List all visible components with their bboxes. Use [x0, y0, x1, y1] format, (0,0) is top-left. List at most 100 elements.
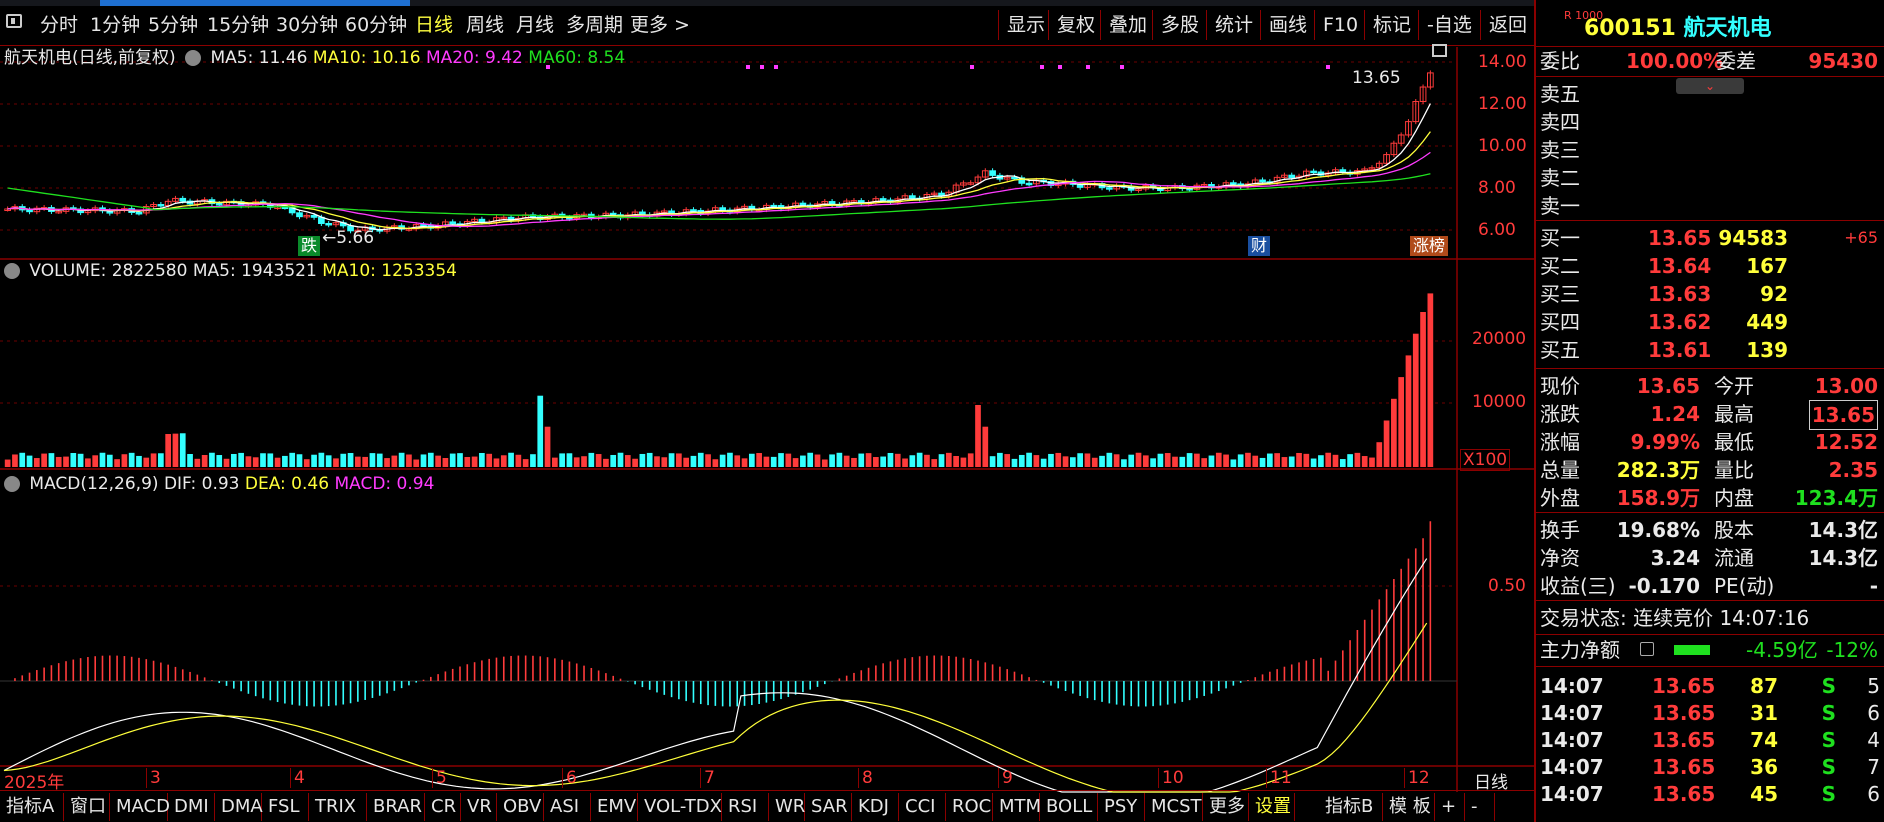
indicator-tab-1[interactable]: 窗口	[64, 793, 110, 821]
toolbar-button-8[interactable]: -自选	[1418, 10, 1472, 40]
rank-tag[interactable]: 涨榜	[1410, 236, 1449, 256]
indicator-tab-27[interactable]: 模 板	[1383, 793, 1435, 821]
indicator-tab-17[interactable]: KDJ	[852, 793, 899, 821]
period-tab-10[interactable]: 更多 >	[630, 10, 690, 40]
price-tick-1: 12.00	[1478, 94, 1527, 114]
period-tab-2[interactable]: 5分钟	[148, 10, 198, 40]
main-chart-legend: 航天机电(日线,前复权) MA5: 11.46 MA10: 10.16 MA20…	[4, 43, 625, 68]
indicator-tab-16[interactable]: SAR	[805, 793, 852, 821]
sell-level-2[interactable]: 卖三	[1540, 136, 1884, 164]
buy-level-4[interactable]: 买五 13.61 139	[1536, 336, 1884, 364]
tick-row-2: 14:07 13.65 74 S 4	[1540, 728, 1880, 752]
indicator-tab-0[interactable]: 指标A	[0, 793, 64, 821]
ma20-label: MA20: 9.42	[425, 48, 523, 68]
price-tick-4: 6.00	[1478, 220, 1516, 240]
indicator-tab-13[interactable]: VOL-TDX	[638, 793, 722, 821]
indicator-tab-7[interactable]: BRAR	[367, 793, 425, 821]
x-axis-month-2: 5	[432, 768, 447, 788]
sell-level-4[interactable]: 卖一	[1540, 192, 1884, 220]
indicator-tab-21[interactable]: BOLL	[1040, 793, 1098, 821]
period-toolbar: 分时 1分钟 5分钟 15分钟 30分钟 60分钟 日线 周线 月线 多周期 更多 > 显示 复权 叠加…	[0, 0, 1534, 46]
indicator-tab-4[interactable]: DMA	[215, 793, 263, 821]
toolbar-button-1[interactable]: 复权	[1048, 10, 1095, 40]
macd-title: MACD(12,26,9)	[29, 474, 159, 494]
stat2-row-1: 净资 3.24 流通 14.3亿	[1540, 546, 1878, 570]
indicator-tab-18[interactable]: CCI	[899, 793, 946, 821]
period-tab-9[interactable]: 多周期	[566, 10, 623, 40]
sell-level-0[interactable]: 卖五	[1540, 80, 1884, 108]
indicator-tab-29[interactable]: -	[1465, 793, 1495, 821]
macd-tick: 0.50	[1488, 576, 1526, 596]
indicator-tab-19[interactable]: ROC	[946, 793, 993, 821]
period-tab-0[interactable]: 分时	[40, 10, 78, 40]
volume-tick-2: 10000	[1472, 392, 1527, 412]
period-tab-3[interactable]: 15分钟	[207, 10, 269, 40]
indicator-tab-28[interactable]: +	[1435, 793, 1465, 821]
fall-limit-tag[interactable]: 跌	[298, 236, 321, 256]
indicator-tab-26[interactable]: 指标B	[1319, 793, 1383, 821]
indicator-tab-10[interactable]: OBV	[497, 793, 544, 821]
indicator-tab-25[interactable]: 设置	[1249, 793, 1295, 821]
indicator-tab-9[interactable]: VR	[461, 793, 497, 821]
toolbar-button-2[interactable]: 叠加	[1100, 10, 1147, 40]
indicator-tab-12[interactable]: EMV	[591, 793, 638, 821]
tick-row-1: 14:07 13.65 31 S 6	[1540, 701, 1880, 725]
indicator-tab-5[interactable]: FSL	[262, 793, 309, 821]
indicator-tab-22[interactable]: PSY	[1098, 793, 1145, 821]
period-tab-8[interactable]: 月线	[516, 10, 554, 40]
period-tab-6[interactable]: 日线	[415, 10, 453, 40]
wei-bi-row: 委比 100.00% 委差 95430	[1540, 49, 1878, 73]
ma60-label: MA60: 8.54	[528, 48, 626, 68]
main-flow-row: 主力净额 -4.59亿 -12%	[1540, 638, 1878, 662]
indicator-tab-6[interactable]: TRIX	[309, 793, 367, 821]
panel-toggle-icon[interactable]	[6, 14, 22, 28]
stat2-row-0: 换手 19.68% 股本 14.3亿	[1540, 518, 1878, 542]
indicator-tab-8[interactable]: CR	[425, 793, 461, 821]
chevron-down-icon[interactable]	[4, 476, 20, 492]
indicator-tab-14[interactable]: RSI	[722, 793, 769, 821]
stat-row-2: 涨幅 9.99% 最低 12.52	[1540, 430, 1878, 454]
period-tab-4[interactable]: 30分钟	[276, 10, 338, 40]
indicator-tab-23[interactable]: MCST	[1145, 793, 1203, 821]
tick-row-4: 14:07 13.65 45 S 6	[1540, 782, 1880, 806]
sell-level-1[interactable]: 卖四	[1540, 108, 1884, 136]
period-tab-7[interactable]: 周线	[466, 10, 504, 40]
indicator-tab-2[interactable]: MACD	[110, 793, 170, 821]
indicator-tab-11[interactable]: ASI	[544, 793, 591, 821]
toolbar-button-4[interactable]: 统计	[1206, 10, 1253, 40]
volume-ma10: MA10: 1253354	[322, 261, 457, 281]
indicator-tab-15[interactable]: WR	[769, 793, 805, 821]
toolbar-button-3[interactable]: 多股	[1152, 10, 1199, 40]
buy-level-1[interactable]: 买二 13.64 167	[1536, 252, 1884, 280]
volume-bars	[4, 293, 1434, 467]
price-tick-2: 10.00	[1478, 136, 1527, 156]
toolbar-button-7[interactable]: 标记	[1364, 10, 1411, 40]
low-price-label: ←5.66	[322, 228, 375, 248]
chevron-down-icon[interactable]	[185, 50, 202, 66]
volume-tick-1: 20000	[1472, 329, 1527, 349]
period-tab-1[interactable]: 1分钟	[90, 10, 140, 40]
toolbar-button-0[interactable]: 显示	[998, 10, 1045, 40]
macd-histogram	[14, 521, 1432, 707]
list-icon[interactable]	[1640, 642, 1654, 656]
x-axis-month-8: 11	[1266, 768, 1292, 788]
buy-level-0[interactable]: 买一 13.65 94583 +65	[1536, 224, 1884, 252]
buy-level-3[interactable]: 买四 13.62 449	[1536, 308, 1884, 336]
toolbar-button-6[interactable]: F10	[1314, 10, 1358, 40]
finance-tag[interactable]: 财	[1248, 236, 1271, 256]
sell-level-3[interactable]: 卖二	[1540, 164, 1884, 192]
chevron-down-icon[interactable]	[4, 263, 20, 279]
toolbar-button-5[interactable]: 画线	[1260, 10, 1307, 40]
macd-legend: MACD(12,26,9) DIF: 0.93 DEA: 0.46 MACD: …	[4, 474, 434, 494]
period-tab-5[interactable]: 60分钟	[345, 10, 407, 40]
buy-level-2[interactable]: 买三 13.63 92	[1536, 280, 1884, 308]
volume-legend: VOLUME: 2822580 MA5: 1943521 MA10: 12533…	[4, 261, 457, 281]
indicator-tab-20[interactable]: MTM	[993, 793, 1041, 821]
indicator-tab-3[interactable]: DMI	[168, 793, 215, 821]
main-chart-title: 航天机电(日线,前复权)	[4, 48, 176, 68]
window-icon[interactable]	[1432, 44, 1447, 57]
toolbar-button-9[interactable]: 返回	[1480, 10, 1527, 40]
indicator-tab-24[interactable]: 更多	[1203, 793, 1249, 821]
trade-status: 交易状态: 连续竞价 14:07:16	[1540, 606, 1810, 630]
chart-area[interactable]	[0, 47, 1534, 797]
